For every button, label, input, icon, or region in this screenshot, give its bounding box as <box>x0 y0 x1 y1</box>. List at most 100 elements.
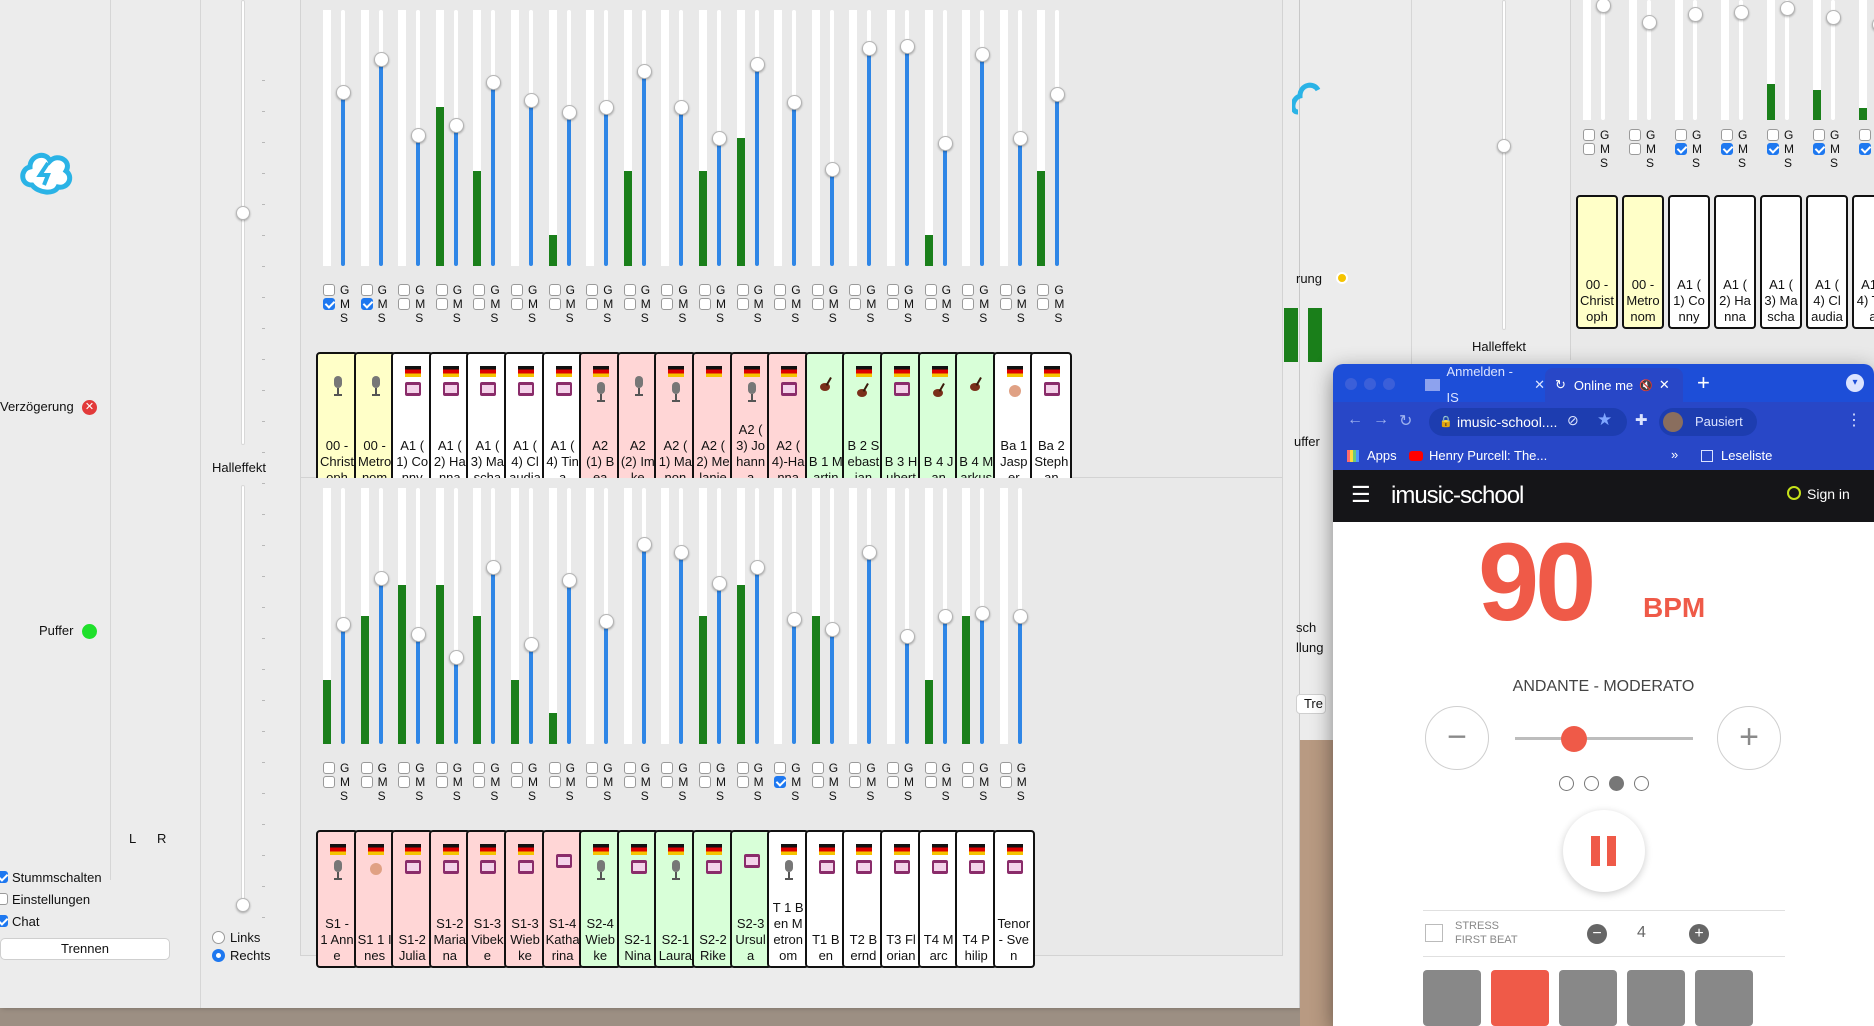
mute-checkbox[interactable] <box>661 298 674 310</box>
group-checkbox[interactable] <box>924 284 937 296</box>
mute-checkbox[interactable] <box>323 298 335 310</box>
mute-checkbox[interactable] <box>1583 143 1595 155</box>
channel-card[interactable]: Tenor - Sven <box>992 830 1035 968</box>
speaker-muted-icon[interactable]: 🔇 <box>1639 379 1653 392</box>
mute-checkbox[interactable] <box>924 298 937 310</box>
mute-checkbox[interactable] <box>774 298 787 310</box>
reading-list-link[interactable]: Leseliste <box>1721 448 1772 463</box>
mute-checkbox[interactable] <box>548 298 561 310</box>
mute-checkbox[interactable] <box>623 776 636 788</box>
fader-knob[interactable] <box>1050 87 1066 103</box>
new-tab-icon[interactable]: + <box>1697 370 1710 396</box>
disconnect-button[interactable]: Trennen <box>0 938 170 960</box>
fader-knob[interactable] <box>1734 5 1749 20</box>
mute-checkbox[interactable] <box>736 776 749 788</box>
fader-knob[interactable] <box>787 611 803 627</box>
mute-checkbox[interactable] <box>473 298 486 310</box>
fader-knob[interactable] <box>336 84 351 100</box>
fader-knob[interactable] <box>900 629 915 645</box>
group-checkbox[interactable] <box>586 762 599 774</box>
group-checkbox[interactable] <box>1037 284 1050 296</box>
fader-knob[interactable] <box>1012 609 1028 624</box>
fader-knob[interactable] <box>824 621 840 637</box>
fader-knob[interactable] <box>448 118 464 134</box>
channel-card[interactable]: A1 ( 4) Claudia <box>1806 195 1848 329</box>
fader-knob[interactable] <box>561 105 577 121</box>
group-checkbox[interactable] <box>999 762 1012 774</box>
group-checkbox[interactable] <box>398 284 411 296</box>
fader-knob[interactable] <box>975 46 991 62</box>
mute-checkbox[interactable] <box>1859 143 1871 155</box>
group-checkbox[interactable] <box>548 762 561 774</box>
group-checkbox[interactable] <box>473 284 486 296</box>
fader-knob[interactable] <box>1642 14 1657 30</box>
group-checkbox[interactable] <box>849 284 862 296</box>
fader-knob[interactable] <box>636 537 652 553</box>
mute-checkbox[interactable] <box>999 298 1012 310</box>
menu-kebab-icon[interactable]: ⋮ <box>1846 410 1862 430</box>
fader-knob[interactable] <box>937 609 953 624</box>
site-logo[interactable]: imusic-school <box>1391 482 1524 510</box>
fader-knob[interactable] <box>749 560 765 576</box>
mute-checkbox[interactable] <box>511 298 523 310</box>
channel-card[interactable]: 00 - Metronom <box>1622 195 1664 329</box>
fader-knob[interactable] <box>862 545 878 560</box>
fader-knob[interactable] <box>937 136 953 152</box>
fader-knob[interactable] <box>1596 0 1611 13</box>
group-checkbox[interactable] <box>435 284 448 296</box>
group-checkbox[interactable] <box>360 284 373 296</box>
fader-knob[interactable] <box>900 38 915 54</box>
mute-checkbox[interactable] <box>1037 298 1050 310</box>
group-checkbox[interactable] <box>623 284 636 296</box>
mute-checkbox[interactable] <box>887 298 899 310</box>
sixteenth-note-button[interactable] <box>1559 970 1617 1026</box>
group-checkbox[interactable] <box>548 284 561 296</box>
mute-checkbox[interactable] <box>1629 143 1641 155</box>
group-checkbox[interactable] <box>1629 129 1641 141</box>
group-checkbox[interactable] <box>1767 129 1779 141</box>
mute-checkbox[interactable] <box>1675 143 1687 155</box>
bookmark-apps[interactable]: Apps <box>1367 448 1397 463</box>
fader-knob[interactable] <box>674 100 690 116</box>
reverb-left-radio[interactable] <box>212 930 225 944</box>
page-dot[interactable] <box>1558 776 1574 791</box>
mute-checkbox[interactable] <box>360 298 373 310</box>
channel-card[interactable]: A1 ( 2) Hanna <box>1714 195 1756 329</box>
fader-knob[interactable] <box>411 128 427 144</box>
fader-knob[interactable] <box>561 573 577 589</box>
mute-checkbox[interactable] <box>398 298 411 310</box>
fader-knob[interactable] <box>1780 1 1795 17</box>
chat-checkbox[interactable] <box>0 915 8 927</box>
channel-card[interactable]: Ba 2 Stephan <box>1030 352 1073 490</box>
tempo-slider-knob[interactable] <box>1560 726 1587 752</box>
mute-checkbox[interactable] <box>811 298 824 310</box>
mute-checkbox[interactable] <box>849 776 862 788</box>
group-checkbox[interactable] <box>1583 129 1595 141</box>
chat-checkbox-row[interactable]: Chat <box>0 914 39 929</box>
group-checkbox[interactable] <box>1813 129 1825 141</box>
fader-knob[interactable] <box>787 95 803 111</box>
mute-checkbox[interactable] <box>623 298 636 310</box>
mute-checkbox[interactable] <box>999 776 1012 788</box>
mute-checkbox[interactable] <box>661 776 674 788</box>
increase-beats-button[interactable]: + <box>1689 924 1709 944</box>
channel-card[interactable]: A1 ( 4) Tina <box>1852 195 1874 329</box>
tracking-off-icon[interactable]: ⊘ <box>1567 412 1579 429</box>
group-checkbox[interactable] <box>849 762 862 774</box>
fader-knob[interactable] <box>373 570 389 586</box>
close-window-dot[interactable] <box>1345 378 1357 390</box>
mute-checkbox[interactable] <box>473 776 486 788</box>
group-checkbox[interactable] <box>887 762 899 774</box>
fader-knob[interactable] <box>411 626 427 642</box>
fader-knob[interactable] <box>599 100 615 116</box>
reverb-slider-knob[interactable] <box>1497 139 1511 153</box>
group-checkbox[interactable] <box>623 762 636 774</box>
page-dot[interactable] <box>1608 776 1624 791</box>
increase-tempo-button[interactable]: + <box>1717 706 1781 770</box>
mute-checkbox[interactable] <box>435 298 448 310</box>
fader-knob[interactable] <box>674 545 690 560</box>
bookmark-purcell[interactable]: Henry Purcell: The... <box>1429 448 1547 463</box>
group-checkbox[interactable] <box>699 284 711 296</box>
group-checkbox[interactable] <box>661 762 674 774</box>
minimize-window-dot[interactable] <box>1364 378 1376 390</box>
